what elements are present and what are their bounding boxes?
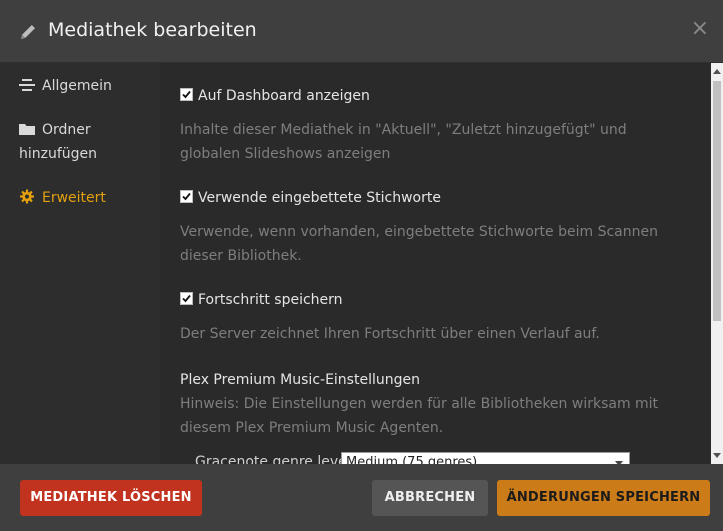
list-icon <box>19 79 35 91</box>
sidebar-item-label: Allgemein <box>42 78 112 94</box>
pencil-icon <box>21 25 35 39</box>
option-label: Verwende eingebettete Stichworte <box>198 190 441 206</box>
option-description: Verwende, wenn vorhanden, eingebettete S… <box>180 224 658 264</box>
sidebar: Allgemein Ordner hinzufügen Erweitert <box>0 63 160 464</box>
option-description: Inhalte dieser Mediathek in "Aktuell", "… <box>180 122 627 162</box>
content-scrollbar[interactable] <box>711 63 723 464</box>
scroll-down-icon[interactable] <box>713 453 721 458</box>
option-label: Auf Dashboard anzeigen <box>198 88 370 104</box>
delete-library-button[interactable]: MEDIATHEK LÖSCHEN <box>20 480 202 516</box>
modal-header: Mediathek bearbeiten × <box>0 0 723 63</box>
modal-title: Mediathek bearbeiten <box>48 19 257 41</box>
check-icon <box>182 192 191 201</box>
cancel-button[interactable]: ABBRECHEN <box>372 480 488 516</box>
check-icon <box>182 294 191 303</box>
sidebar-item-erweitert[interactable]: Erweitert <box>19 186 106 210</box>
save-changes-button[interactable]: ÄNDERUNGEN SPEICHERN <box>497 480 710 516</box>
checkbox-checked[interactable] <box>180 190 193 203</box>
option-description: Der Server zeichnet Ihren Fortschritt üb… <box>180 326 600 342</box>
modal-footer: MEDIATHEK LÖSCHEN ABBRECHEN ÄNDERUNGEN S… <box>0 464 723 531</box>
folder-icon <box>19 124 35 135</box>
sidebar-item-label: Erweitert <box>42 190 106 206</box>
section-title-premium-music: Plex Premium Music-Einstellungen <box>180 372 420 388</box>
sidebar-item-ordner-hinzufuegen[interactable]: Ordner hinzufügen <box>19 118 139 166</box>
check-icon <box>182 90 191 99</box>
section-hint: Hinweis: Die Einstellungen werden für al… <box>180 396 659 436</box>
sidebar-item-allgemein[interactable]: Allgemein <box>19 74 112 98</box>
checkbox-checked[interactable] <box>180 88 193 101</box>
option-show-on-dashboard[interactable]: Auf Dashboard anzeigen <box>180 87 370 105</box>
scrollbar-thumb[interactable] <box>713 81 721 321</box>
genre-level-value: Medium (75 genres) <box>346 455 478 464</box>
scroll-up-icon[interactable] <box>713 69 721 74</box>
option-save-progress[interactable]: Fortschritt speichern <box>180 291 343 309</box>
genre-level-label: Gracenote genre level <box>195 454 351 464</box>
genre-level-select[interactable]: Medium (75 genres) <box>341 452 630 464</box>
checkbox-checked[interactable] <box>180 292 193 305</box>
close-icon[interactable]: × <box>691 18 709 40</box>
option-label: Fortschritt speichern <box>198 292 343 308</box>
settings-panel: Auf Dashboard anzeigen Inhalte dieser Me… <box>160 63 711 464</box>
gear-icon <box>19 189 35 204</box>
option-embedded-tags[interactable]: Verwende eingebettete Stichworte <box>180 189 441 207</box>
